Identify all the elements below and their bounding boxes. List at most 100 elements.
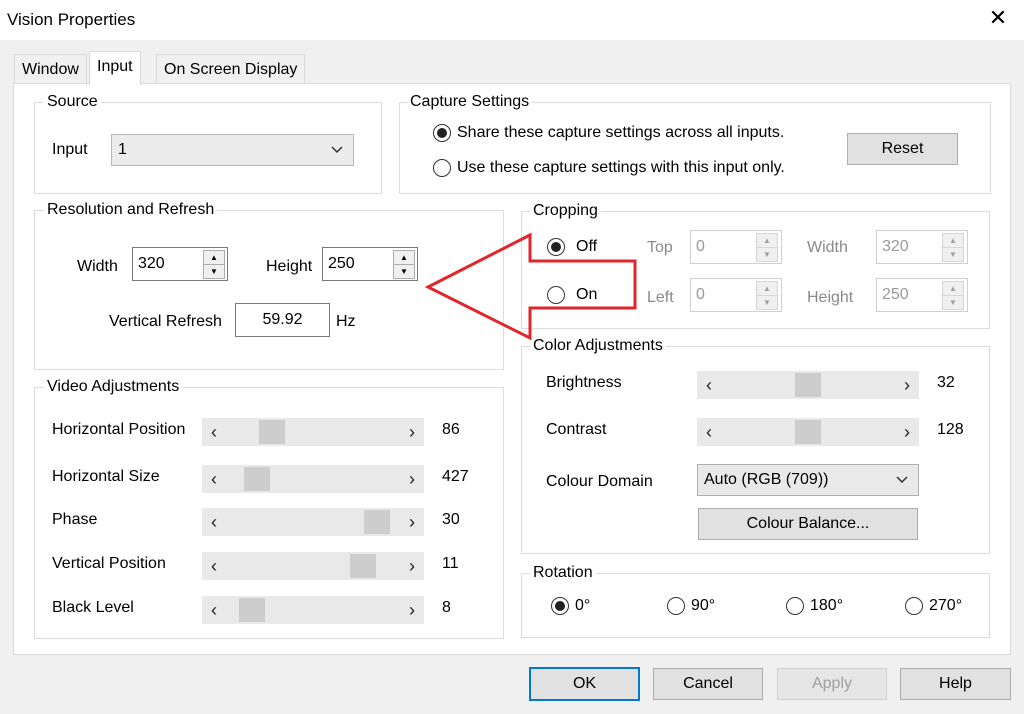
arrow-right-icon[interactable]: › (402, 596, 422, 624)
phase-slider[interactable]: ‹ › (202, 508, 424, 536)
arrow-left-icon[interactable]: ‹ (204, 596, 224, 624)
vertical-position-label: Vertical Position (52, 555, 166, 572)
colour-balance-button[interactable]: Colour Balance... (698, 508, 918, 540)
contrast-slider[interactable]: ‹ › (697, 418, 919, 446)
resolution-group (34, 210, 504, 370)
slider-thumb[interactable] (239, 598, 266, 622)
rotation-270-radio[interactable] (905, 597, 923, 615)
spin-up-icon[interactable]: ▲ (204, 251, 224, 265)
arrow-right-icon[interactable]: › (402, 465, 422, 493)
brightness-label: Brightness (546, 374, 622, 391)
slider-thumb[interactable] (363, 510, 390, 534)
spin-down-icon[interactable]: ▼ (757, 248, 777, 262)
help-button[interactable]: Help (900, 668, 1011, 700)
tab-on-screen-display[interactable]: On Screen Display (156, 54, 306, 84)
spin-down-icon[interactable]: ▼ (204, 265, 224, 279)
cropping-on-radio[interactable] (547, 286, 565, 304)
cropping-off-label: Off (576, 238, 598, 255)
rotation-90-radio[interactable] (667, 597, 685, 615)
arrow-left-icon[interactable]: ‹ (204, 552, 224, 580)
black-level-label: Black Level (52, 599, 134, 616)
chevron-down-icon (896, 476, 908, 484)
horizontal-position-value: 86 (442, 421, 460, 438)
color-adjustments-legend: Color Adjustments (530, 337, 666, 355)
vertical-position-value: 11 (442, 555, 459, 572)
horizontal-size-slider[interactable]: ‹ › (202, 465, 424, 493)
spin-down-icon[interactable]: ▼ (757, 296, 777, 310)
capture-settings-legend: Capture Settings (407, 93, 533, 111)
arrow-left-icon[interactable]: ‹ (699, 418, 719, 446)
brightness-slider[interactable]: ‹ › (697, 371, 919, 399)
this-input-only-radio[interactable] (433, 159, 451, 177)
height-label: Height (266, 258, 313, 275)
slider-thumb[interactable] (795, 420, 821, 444)
spin-up-icon[interactable]: ▲ (394, 251, 414, 265)
rotation-270-label: 270° (929, 597, 963, 614)
arrow-right-icon[interactable]: › (402, 552, 422, 580)
slider-thumb[interactable] (350, 554, 377, 578)
arrow-left-icon[interactable]: ‹ (204, 508, 224, 536)
rotation-legend: Rotation (530, 564, 596, 582)
refresh-unit-label: Hz (336, 313, 356, 330)
crop-width-spinner[interactable]: ▲ ▼ (942, 233, 964, 262)
rotation-180-radio[interactable] (786, 597, 804, 615)
height-spinner[interactable]: ▲ ▼ (393, 250, 415, 279)
spin-up-icon[interactable]: ▲ (757, 282, 777, 296)
vertical-position-slider[interactable]: ‹ › (202, 552, 424, 580)
crop-left-label: Left (647, 289, 674, 306)
video-adjustments-legend: Video Adjustments (44, 378, 183, 396)
spin-down-icon[interactable]: ▼ (943, 296, 963, 310)
crop-height-spinner[interactable]: ▲ ▼ (942, 281, 964, 310)
chevron-down-icon (331, 146, 343, 154)
arrow-right-icon[interactable]: › (402, 508, 422, 536)
slider-thumb[interactable] (795, 373, 821, 397)
arrow-right-icon[interactable]: › (897, 371, 917, 399)
black-level-slider[interactable]: ‹ › (202, 596, 424, 624)
arrow-left-icon[interactable]: ‹ (204, 465, 224, 493)
input-select[interactable]: 1 (111, 134, 354, 166)
spin-up-icon[interactable]: ▲ (943, 234, 963, 248)
colour-domain-label: Colour Domain (546, 473, 653, 490)
title-bar (0, 0, 1024, 40)
share-settings-label: Share these capture settings across all … (457, 124, 785, 141)
phase-value: 30 (442, 511, 460, 528)
rotation-0-label: 0° (575, 597, 591, 614)
cropping-off-radio[interactable] (547, 238, 565, 256)
apply-button[interactable]: Apply (777, 668, 887, 700)
spin-up-icon[interactable]: ▲ (943, 282, 963, 296)
horizontal-size-value: 427 (442, 468, 469, 485)
crop-left-spinner[interactable]: ▲ ▼ (756, 281, 778, 310)
spin-down-icon[interactable]: ▼ (394, 265, 414, 279)
slider-thumb[interactable] (243, 467, 270, 491)
tab-window[interactable]: Window (14, 54, 87, 84)
arrow-left-icon[interactable]: ‹ (204, 418, 224, 446)
arrow-right-icon[interactable]: › (897, 418, 917, 446)
colour-domain-select[interactable]: Auto (RGB (709)) (697, 464, 919, 496)
cropping-on-label: On (576, 286, 598, 303)
spin-down-icon[interactable]: ▼ (943, 248, 963, 262)
slider-thumb[interactable] (258, 420, 285, 444)
arrow-right-icon[interactable]: › (402, 418, 422, 446)
contrast-label: Contrast (546, 421, 607, 438)
cancel-button[interactable]: Cancel (653, 668, 763, 700)
rotation-0-radio[interactable] (551, 597, 569, 615)
crop-top-spinner[interactable]: ▲ ▼ (756, 233, 778, 262)
width-spinner[interactable]: ▲ ▼ (203, 250, 225, 279)
horizontal-position-label: Horizontal Position (52, 421, 186, 438)
cropping-legend: Cropping (530, 202, 601, 220)
brightness-value: 32 (937, 374, 955, 391)
ok-button[interactable]: OK (529, 667, 640, 701)
spin-up-icon[interactable]: ▲ (757, 234, 777, 248)
close-icon[interactable]: ✕ (986, 6, 1010, 30)
vertical-refresh-input[interactable]: 59.92 (235, 303, 330, 337)
reset-button[interactable]: Reset (847, 133, 958, 165)
tab-input[interactable]: Input (89, 51, 141, 85)
black-level-value: 8 (442, 599, 451, 616)
this-input-only-label: Use these capture settings with this inp… (457, 159, 785, 176)
arrow-left-icon[interactable]: ‹ (699, 371, 719, 399)
share-settings-radio[interactable] (433, 124, 451, 142)
window-title: Vision Properties (7, 10, 136, 29)
vertical-refresh-label: Vertical Refresh (109, 313, 222, 330)
rotation-90-label: 90° (691, 597, 716, 614)
horizontal-position-slider[interactable]: ‹ › (202, 418, 424, 446)
